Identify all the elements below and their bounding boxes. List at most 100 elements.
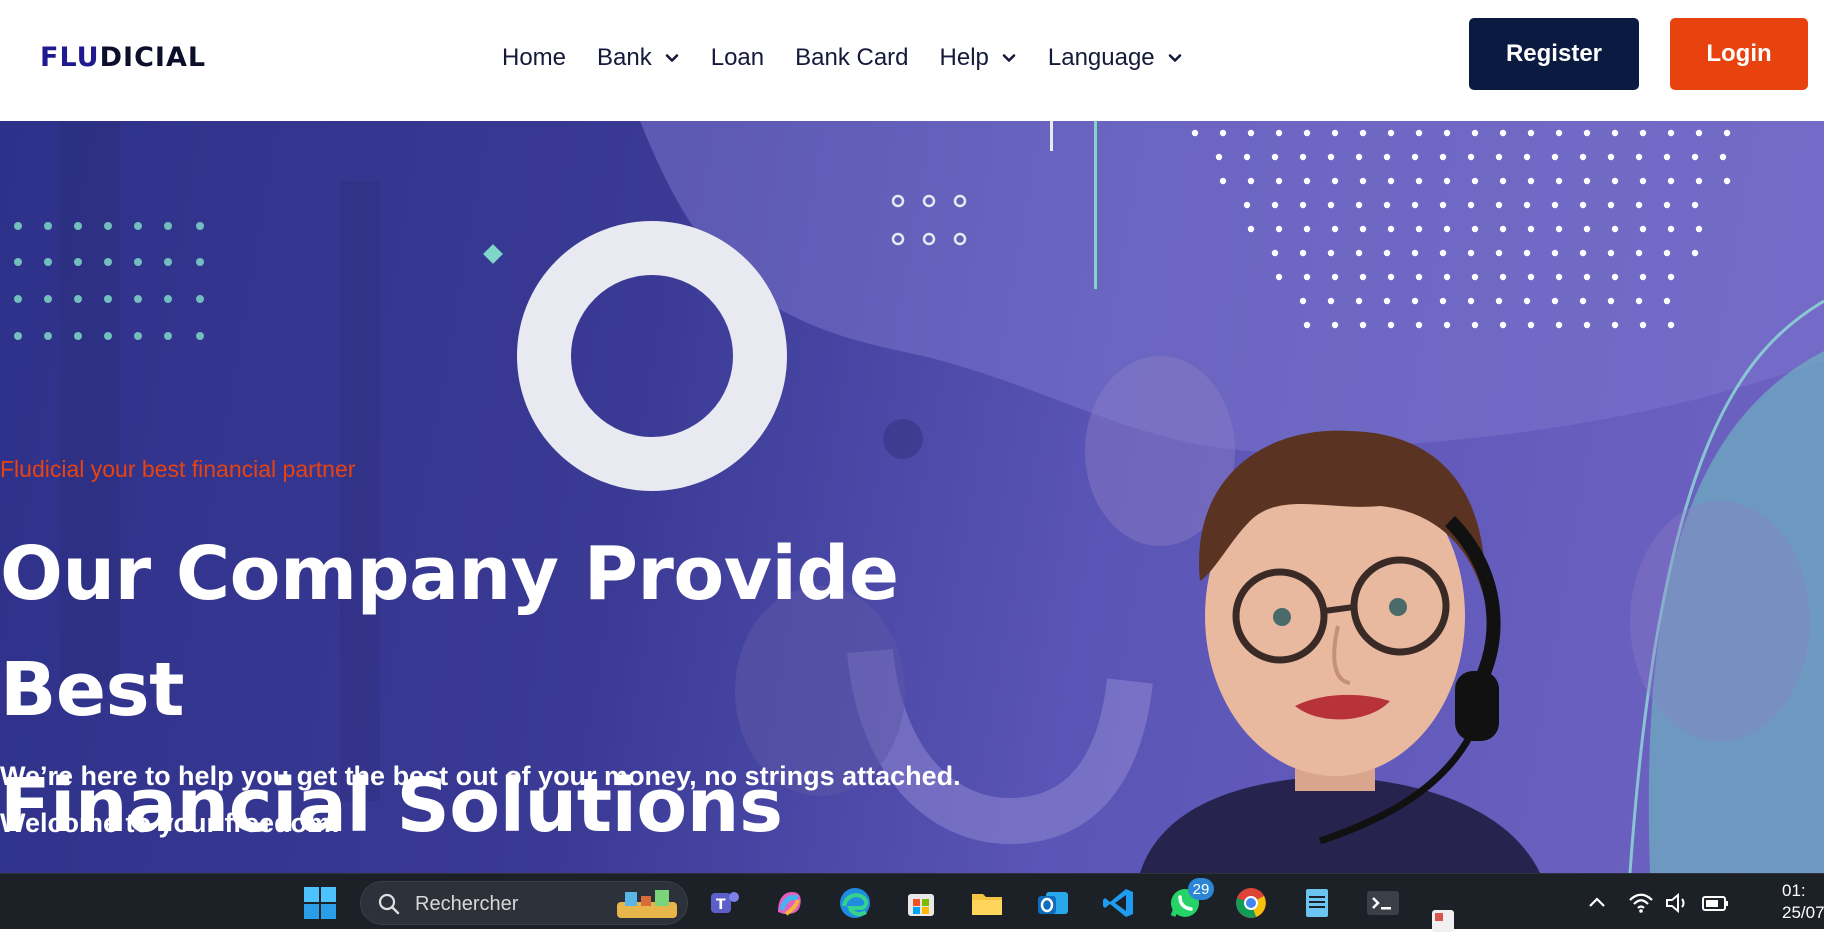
decor-dot xyxy=(1355,201,1363,209)
decor-dot xyxy=(1527,273,1535,281)
nav-loan-label: Loan xyxy=(710,44,765,71)
chrome-icon[interactable] xyxy=(1234,886,1268,920)
battery-icon[interactable] xyxy=(1698,886,1732,920)
decor-dot xyxy=(1495,201,1503,209)
decor-dot xyxy=(1359,321,1367,329)
decor-dot xyxy=(1387,225,1395,233)
site-logo[interactable]: FLUDICIAL xyxy=(40,42,206,73)
decor-dot xyxy=(1439,249,1447,257)
decor-dot xyxy=(1663,153,1671,161)
volume-icon[interactable] xyxy=(1660,886,1694,920)
decor-dot xyxy=(1583,177,1591,185)
decor-dot xyxy=(1443,273,1451,281)
decor-dot xyxy=(1611,273,1619,281)
decor-dot xyxy=(1499,225,1507,233)
outlook-icon[interactable] xyxy=(1036,886,1070,920)
decor-dot xyxy=(1415,129,1423,137)
main-nav: Home Bank Loan Bank Card Help Language xyxy=(502,38,1214,78)
decor-dot xyxy=(1331,273,1339,281)
decor-dot xyxy=(1415,273,1423,281)
nav-bank[interactable]: Bank xyxy=(597,38,680,78)
hero-subtitle-line-2: Welcome to your freedom! xyxy=(0,808,341,838)
decor-dot xyxy=(1411,297,1419,305)
decor-dot xyxy=(1303,225,1311,233)
decor-dot xyxy=(1635,201,1643,209)
hero-subtitle-line-1: We’re here to help you get the best out … xyxy=(0,761,961,791)
nav-home[interactable]: Home xyxy=(502,38,566,78)
decor-dot xyxy=(1611,225,1619,233)
notepad-icon[interactable] xyxy=(1300,886,1334,920)
decor-dot xyxy=(1639,177,1647,185)
decor-dot xyxy=(1527,177,1535,185)
decor-dot xyxy=(1635,249,1643,257)
terminal-icon[interactable] xyxy=(1366,886,1400,920)
decor-dot xyxy=(1527,225,1535,233)
hero-subtitle: We’re here to help you get the best out … xyxy=(0,753,961,847)
whatsapp-icon[interactable]: 29 xyxy=(1168,878,1214,920)
file-explorer-icon[interactable] xyxy=(970,886,1004,920)
decor-dot xyxy=(1635,153,1643,161)
teams-icon[interactable]: T xyxy=(707,886,741,920)
decor-dot xyxy=(1275,225,1283,233)
edge-icon[interactable] xyxy=(838,886,872,920)
decor-dot xyxy=(1219,129,1227,137)
decor-dot xyxy=(1191,129,1199,137)
nav-bank-label: Bank xyxy=(597,44,652,71)
decor-dot xyxy=(1611,129,1619,137)
vscode-icon[interactable] xyxy=(1102,886,1136,920)
pinned-app-icon[interactable] xyxy=(1430,908,1456,934)
decor-dot xyxy=(1495,297,1503,305)
decor-dot xyxy=(1387,177,1395,185)
wifi-icon[interactable] xyxy=(1624,886,1658,920)
decor-dot xyxy=(1275,273,1283,281)
nav-help[interactable]: Help xyxy=(940,38,1017,78)
decor-dot xyxy=(1607,297,1615,305)
decor-dot xyxy=(1527,129,1535,137)
decor-dot xyxy=(1411,249,1419,257)
login-button[interactable]: Login xyxy=(1670,18,1808,90)
decor-dot xyxy=(1443,321,1451,329)
microsoft-store-icon[interactable] xyxy=(904,886,938,920)
nav-home-label: Home xyxy=(502,44,567,71)
hero-title-line-1: Our Company Provide Best xyxy=(0,531,899,733)
decor-dot xyxy=(1303,273,1311,281)
chevron-up-icon[interactable] xyxy=(1580,886,1614,920)
decor-dot xyxy=(1383,249,1391,257)
decor-dot xyxy=(1359,177,1367,185)
system-clock[interactable]: 01: 25/07/20 xyxy=(1782,880,1824,924)
decor-dot xyxy=(1555,177,1563,185)
decor-dot xyxy=(1527,321,1535,329)
decor-dot xyxy=(1359,225,1367,233)
decor-dot xyxy=(1579,297,1587,305)
decor-dot xyxy=(1471,177,1479,185)
decor-dot xyxy=(1331,321,1339,329)
decor-dot xyxy=(1327,249,1335,257)
site-header: FLUDICIAL Home Bank Loan Bank Card Help … xyxy=(0,0,1824,121)
decor-dot xyxy=(1639,273,1647,281)
decor-dot xyxy=(1415,177,1423,185)
decor-dot xyxy=(1243,153,1251,161)
decor-dot xyxy=(1275,129,1283,137)
decor-dot xyxy=(1275,177,1283,185)
hero-tagline: Fludicial your best financial partner xyxy=(0,456,356,482)
nav-language[interactable]: Language xyxy=(1048,38,1183,78)
windows-start-icon[interactable] xyxy=(303,886,337,920)
nav-bank-card[interactable]: Bank Card xyxy=(795,38,908,78)
search-icon xyxy=(378,893,400,915)
nav-help-label: Help xyxy=(939,44,989,71)
decor-dot xyxy=(1471,321,1479,329)
decor-dot xyxy=(1583,273,1591,281)
taskbar-search-input[interactable]: Rechercher xyxy=(360,881,688,925)
decor-dot xyxy=(1499,129,1507,137)
decor-dot xyxy=(1383,201,1391,209)
register-button[interactable]: Register xyxy=(1469,18,1639,90)
decor-dot xyxy=(1303,129,1311,137)
decor-dot xyxy=(1691,201,1699,209)
decor-dot xyxy=(1579,201,1587,209)
copilot-icon[interactable] xyxy=(772,886,806,920)
nav-loan[interactable]: Loan xyxy=(711,38,764,78)
decor-dot xyxy=(1387,321,1395,329)
decor-dot xyxy=(1271,201,1279,209)
decor-dot xyxy=(1611,177,1619,185)
decor-dot xyxy=(1219,177,1227,185)
